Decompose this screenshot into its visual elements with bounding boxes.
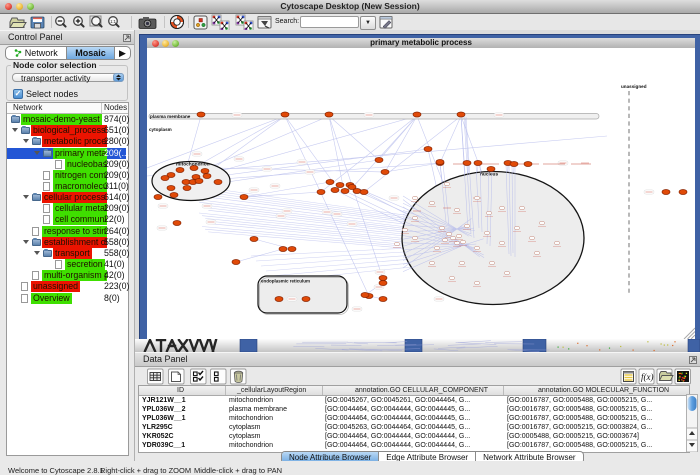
svg-text:f(x): f(x) [641,372,654,382]
svg-text:endoplasmic reticulum: endoplasmic reticulum [261,279,310,284]
svg-text:unassigned: unassigned [621,84,647,89]
svg-text:plasma membrane: plasma membrane [150,114,191,119]
svg-text:nucleus: nucleus [480,172,498,178]
svg-text:cytoplasm: cytoplasm [149,127,172,132]
svg-text:1:1: 1:1 [110,19,116,24]
